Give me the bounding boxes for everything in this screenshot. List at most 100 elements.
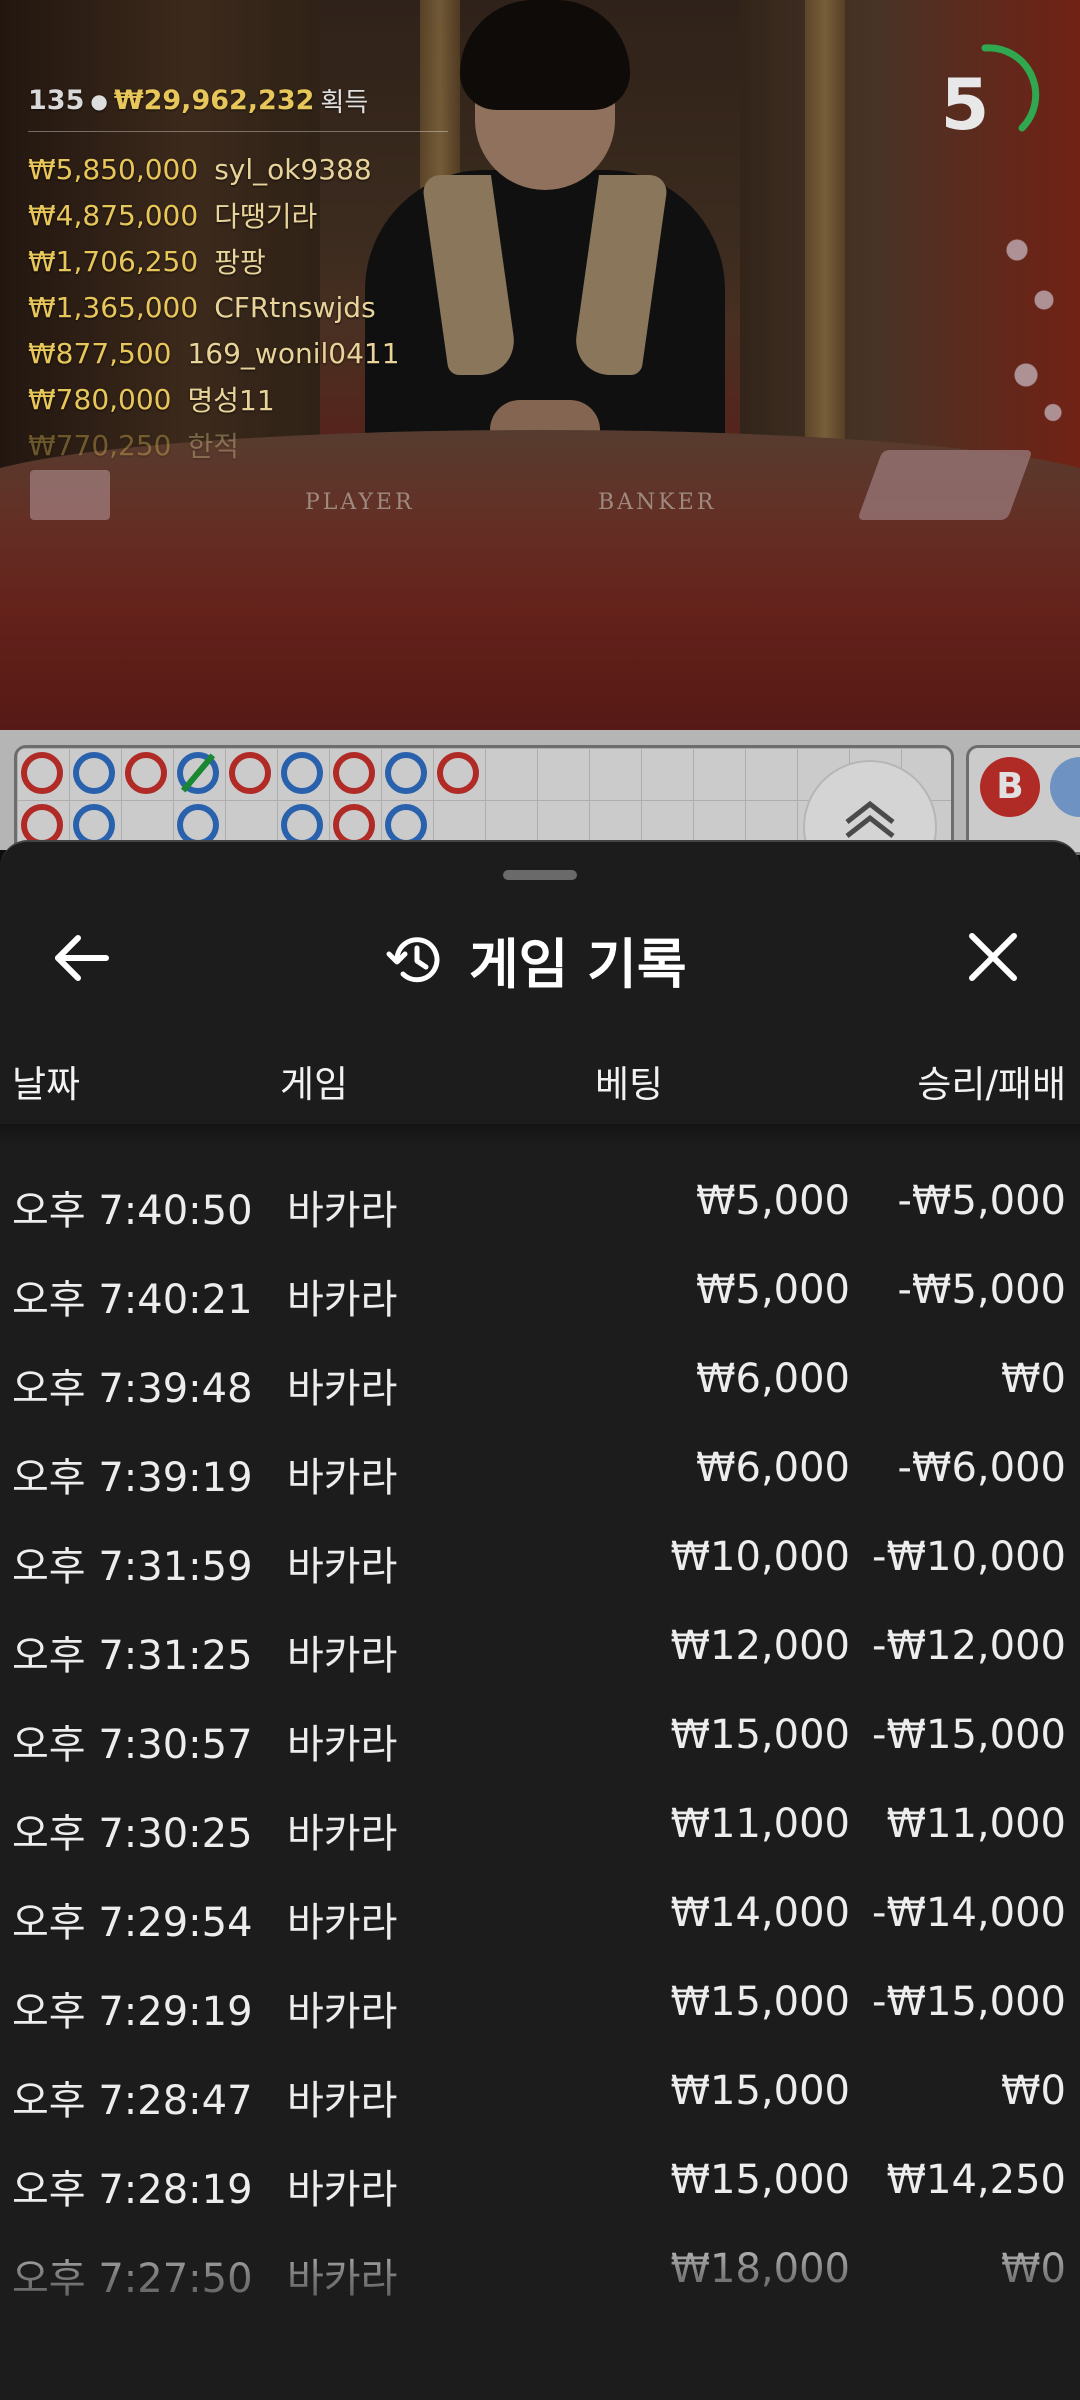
row-result: -₩10,000 [872, 1534, 1066, 1580]
person-icon: ● [90, 88, 108, 113]
column-header-date: 날짜 [12, 1063, 81, 1106]
row-result: ₩14,250 [886, 2157, 1066, 2203]
row-bet: ₩15,000 [670, 2157, 850, 2203]
row-result: -₩5,000 [897, 1267, 1067, 1313]
winners-total: ₩29,962,232 [113, 85, 315, 116]
header-divider [0, 1124, 1080, 1146]
row-result: ₩0 [1001, 2246, 1066, 2292]
winner-row: ₩5,850,000 syl_ok9388 [28, 146, 448, 192]
row-bet: ₩18,000 [670, 2246, 850, 2292]
sheet-title-group: 게임 기록 [385, 920, 687, 999]
row-result: -₩12,000 [872, 1623, 1066, 1669]
row-game: 바카라 [287, 1544, 398, 1590]
table-row[interactable]: 오후 7:39:48 바카라 ₩6,000 ₩0 [0, 1334, 1080, 1423]
row-bet: ₩5,000 [695, 1267, 850, 1313]
winner-amount: ₩5,850,000 [28, 152, 199, 186]
back-button[interactable] [50, 928, 120, 988]
row-game: 바카라 [287, 1366, 398, 1412]
row-result: -₩6,000 [897, 1445, 1067, 1491]
winner-amount: ₩1,365,000 [28, 290, 199, 324]
row-result: -₩14,000 [872, 1890, 1066, 1936]
sheet-drag-handle[interactable] [503, 870, 577, 880]
row-game: 바카라 [287, 1188, 398, 1234]
winner-row: ₩1,365,000 CFRtnswjds [28, 284, 448, 330]
row-time: 오후 7:29:19 [12, 1989, 253, 2035]
row-time: 오후 7:29:54 [12, 1900, 253, 1946]
row-result: ₩11,000 [886, 1801, 1066, 1847]
row-time: 오후 7:31:25 [12, 1633, 253, 1679]
table-header: 날짜 게임 베팅 승리/패배 [0, 1034, 1080, 1124]
row-bet: ₩11,000 [670, 1801, 850, 1847]
winner-row: ₩4,875,000 다땡기라 [28, 192, 448, 238]
table-row[interactable]: 오후 7:29:54 바카라 ₩14,000 -₩14,000 [0, 1868, 1080, 1957]
table-row[interactable]: 오후 7:28:19 바카라 ₩15,000 ₩14,250 [0, 2135, 1080, 2224]
table-row[interactable]: 오후 7:27:50 바카라 ₩18,000 ₩0 [0, 2224, 1080, 2313]
column-header-bet: 베팅 [595, 1063, 664, 1106]
winner-amount: ₩770,250 [28, 428, 172, 462]
row-bet: ₩15,000 [670, 1979, 850, 2025]
winner-name: 팡팡 [214, 246, 266, 279]
row-game: 바카라 [287, 1811, 398, 1857]
table-row[interactable]: 오후 7:30:25 바카라 ₩11,000 ₩11,000 [0, 1779, 1080, 1868]
live-video: PLAYER BANKER 135 ● ₩29,962,232 획득 ₩5,85… [0, 0, 1080, 730]
history-icon [386, 936, 440, 982]
row-game: 바카라 [287, 2078, 398, 2124]
winner-amount: ₩1,706,250 [28, 244, 199, 278]
row-bet: ₩6,000 [695, 1356, 850, 1402]
table-row[interactable]: 오후 7:40:21 바카라 ₩5,000 -₩5,000 [0, 1245, 1080, 1334]
row-result: -₩5,000 [897, 1178, 1067, 1224]
winner-row: ₩877,500 169_wonil0411 [28, 330, 448, 376]
row-game: 바카라 [287, 2167, 398, 2213]
row-result: ₩0 [1001, 1356, 1066, 1402]
winner-amount: ₩4,875,000 [28, 198, 199, 232]
table-row[interactable]: 오후 7:30:57 바카라 ₩15,000 -₩15,000 [0, 1690, 1080, 1779]
winner-row: ₩1,706,250 팡팡 [28, 238, 448, 284]
row-result: -₩15,000 [872, 1712, 1066, 1758]
winner-name: 169_wonil0411 [187, 336, 400, 370]
table-row[interactable]: 오후 7:39:19 바카라 ₩6,000 -₩6,000 [0, 1423, 1080, 1512]
table-row[interactable]: 오후 7:31:25 바카라 ₩12,000 -₩12,000 [0, 1601, 1080, 1690]
row-time: 오후 7:30:57 [12, 1722, 253, 1768]
table-row[interactable]: 오후 7:31:59 바카라 ₩10,000 -₩10,000 [0, 1512, 1080, 1601]
row-time: 오후 7:40:21 [12, 1277, 253, 1323]
row-game: 바카라 [287, 1277, 398, 1323]
winner-row: ₩770,250 한적 [28, 422, 448, 468]
winners-suffix: 획득 [320, 88, 369, 118]
winners-summary: 135 ● ₩29,962,232 획득 [28, 82, 448, 132]
winner-name: 한적 [187, 430, 240, 463]
row-bet: ₩5,000 [695, 1178, 850, 1224]
history-list[interactable]: 오후 7:40:50 바카라 ₩5,000 -₩5,000 오후 7:40:21… [0, 1156, 1080, 2313]
table-row[interactable]: 오후 7:29:19 바카라 ₩15,000 -₩15,000 [0, 1957, 1080, 2046]
row-game: 바카라 [287, 1455, 398, 1501]
row-game: 바카라 [287, 1989, 398, 2035]
winner-name: 다땡기라 [214, 200, 318, 233]
row-bet: ₩6,000 [695, 1445, 850, 1491]
row-game: 바카라 [287, 1900, 398, 1946]
winner-row: ₩780,000 명성11 [28, 376, 448, 422]
table-row[interactable]: 오후 7:40:50 바카라 ₩5,000 -₩5,000 [0, 1156, 1080, 1245]
game-history-sheet: 게임 기록 날짜 게임 베팅 승리/패배 오후 7:40:50 바카라 ₩5,0… [0, 840, 1080, 2400]
row-bet: ₩10,000 [670, 1534, 850, 1580]
row-bet: ₩15,000 [670, 1712, 850, 1758]
row-time: 오후 7:31:59 [12, 1544, 253, 1590]
column-header-game: 게임 [280, 1063, 349, 1106]
row-bet: ₩12,000 [670, 1623, 850, 1669]
winner-name: 명성11 [187, 384, 275, 417]
row-bet: ₩14,000 [670, 1890, 850, 1936]
row-game: 바카라 [287, 2256, 398, 2302]
page-title: 게임 기록 [469, 933, 687, 996]
row-time: 오후 7:39:19 [12, 1455, 253, 1501]
winners-count: 135 [28, 85, 85, 116]
table-row[interactable]: 오후 7:28:47 바카라 ₩15,000 ₩0 [0, 2046, 1080, 2135]
winner-name: CFRtnswjds [214, 290, 376, 324]
close-button[interactable] [958, 926, 1028, 990]
row-bet: ₩15,000 [670, 2068, 850, 2114]
row-time: 오후 7:30:25 [12, 1811, 253, 1857]
close-icon [969, 933, 1017, 981]
row-game: 바카라 [287, 1633, 398, 1679]
row-game: 바카라 [287, 1722, 398, 1768]
row-time: 오후 7:40:50 [12, 1188, 253, 1234]
winner-name: syl_ok9388 [214, 152, 372, 186]
winners-list: 135 ● ₩29,962,232 획득 ₩5,850,000 syl_ok93… [28, 82, 448, 468]
row-time: 오후 7:27:50 [12, 2256, 253, 2302]
